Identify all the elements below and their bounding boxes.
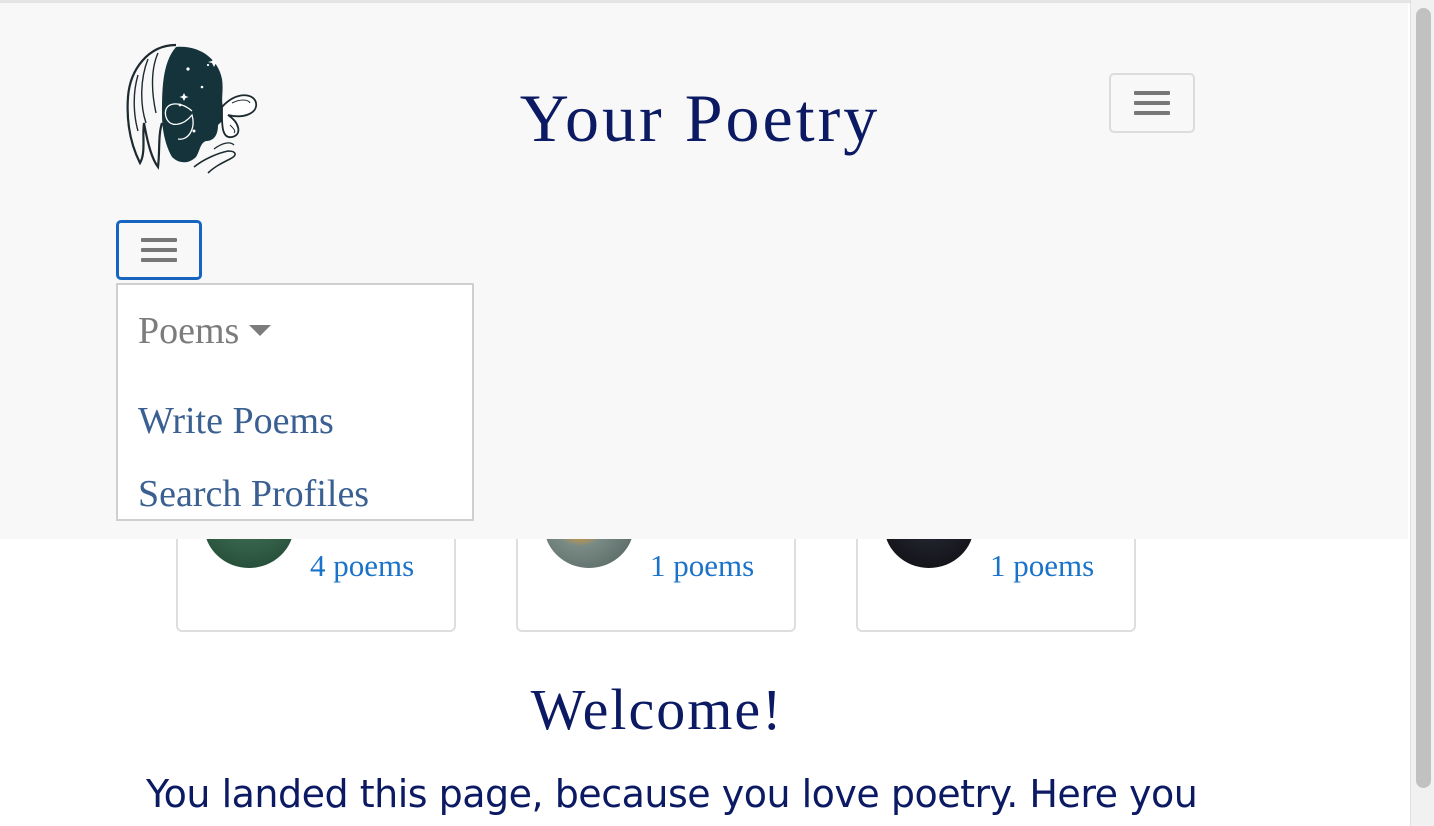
welcome-heading: Welcome! [530,677,784,742]
navbar-toggle-button[interactable] [1109,73,1195,133]
write-poems-link[interactable]: Write Poems [138,399,334,443]
poem-count-link[interactable]: 1 poems [650,548,754,584]
menu-toggle-button[interactable] [116,220,202,280]
poem-count-link[interactable]: 1 poems [990,548,1094,584]
poem-count-link[interactable]: 4 poems [310,548,414,584]
poems-dropdown-label: Poems [138,310,240,352]
search-profiles-link[interactable]: Search Profiles [138,472,369,516]
site-header: Your Poetry Poems Write Poems Search Pro… [0,3,1408,539]
nav-dropdown-menu: Poems Write Poems Search Profiles [116,283,474,521]
woman-butterfly-logo-icon[interactable] [118,35,260,175]
caret-down-icon [249,324,272,336]
poems-dropdown[interactable]: Poems [138,309,272,353]
scrollbar-thumb[interactable] [1416,8,1431,788]
hamburger-menu-icon [141,232,177,268]
intro-text: You landed this page, because you love p… [146,772,1198,816]
site-title: Your Poetry [519,80,881,156]
hamburger-menu-icon [1134,85,1170,121]
